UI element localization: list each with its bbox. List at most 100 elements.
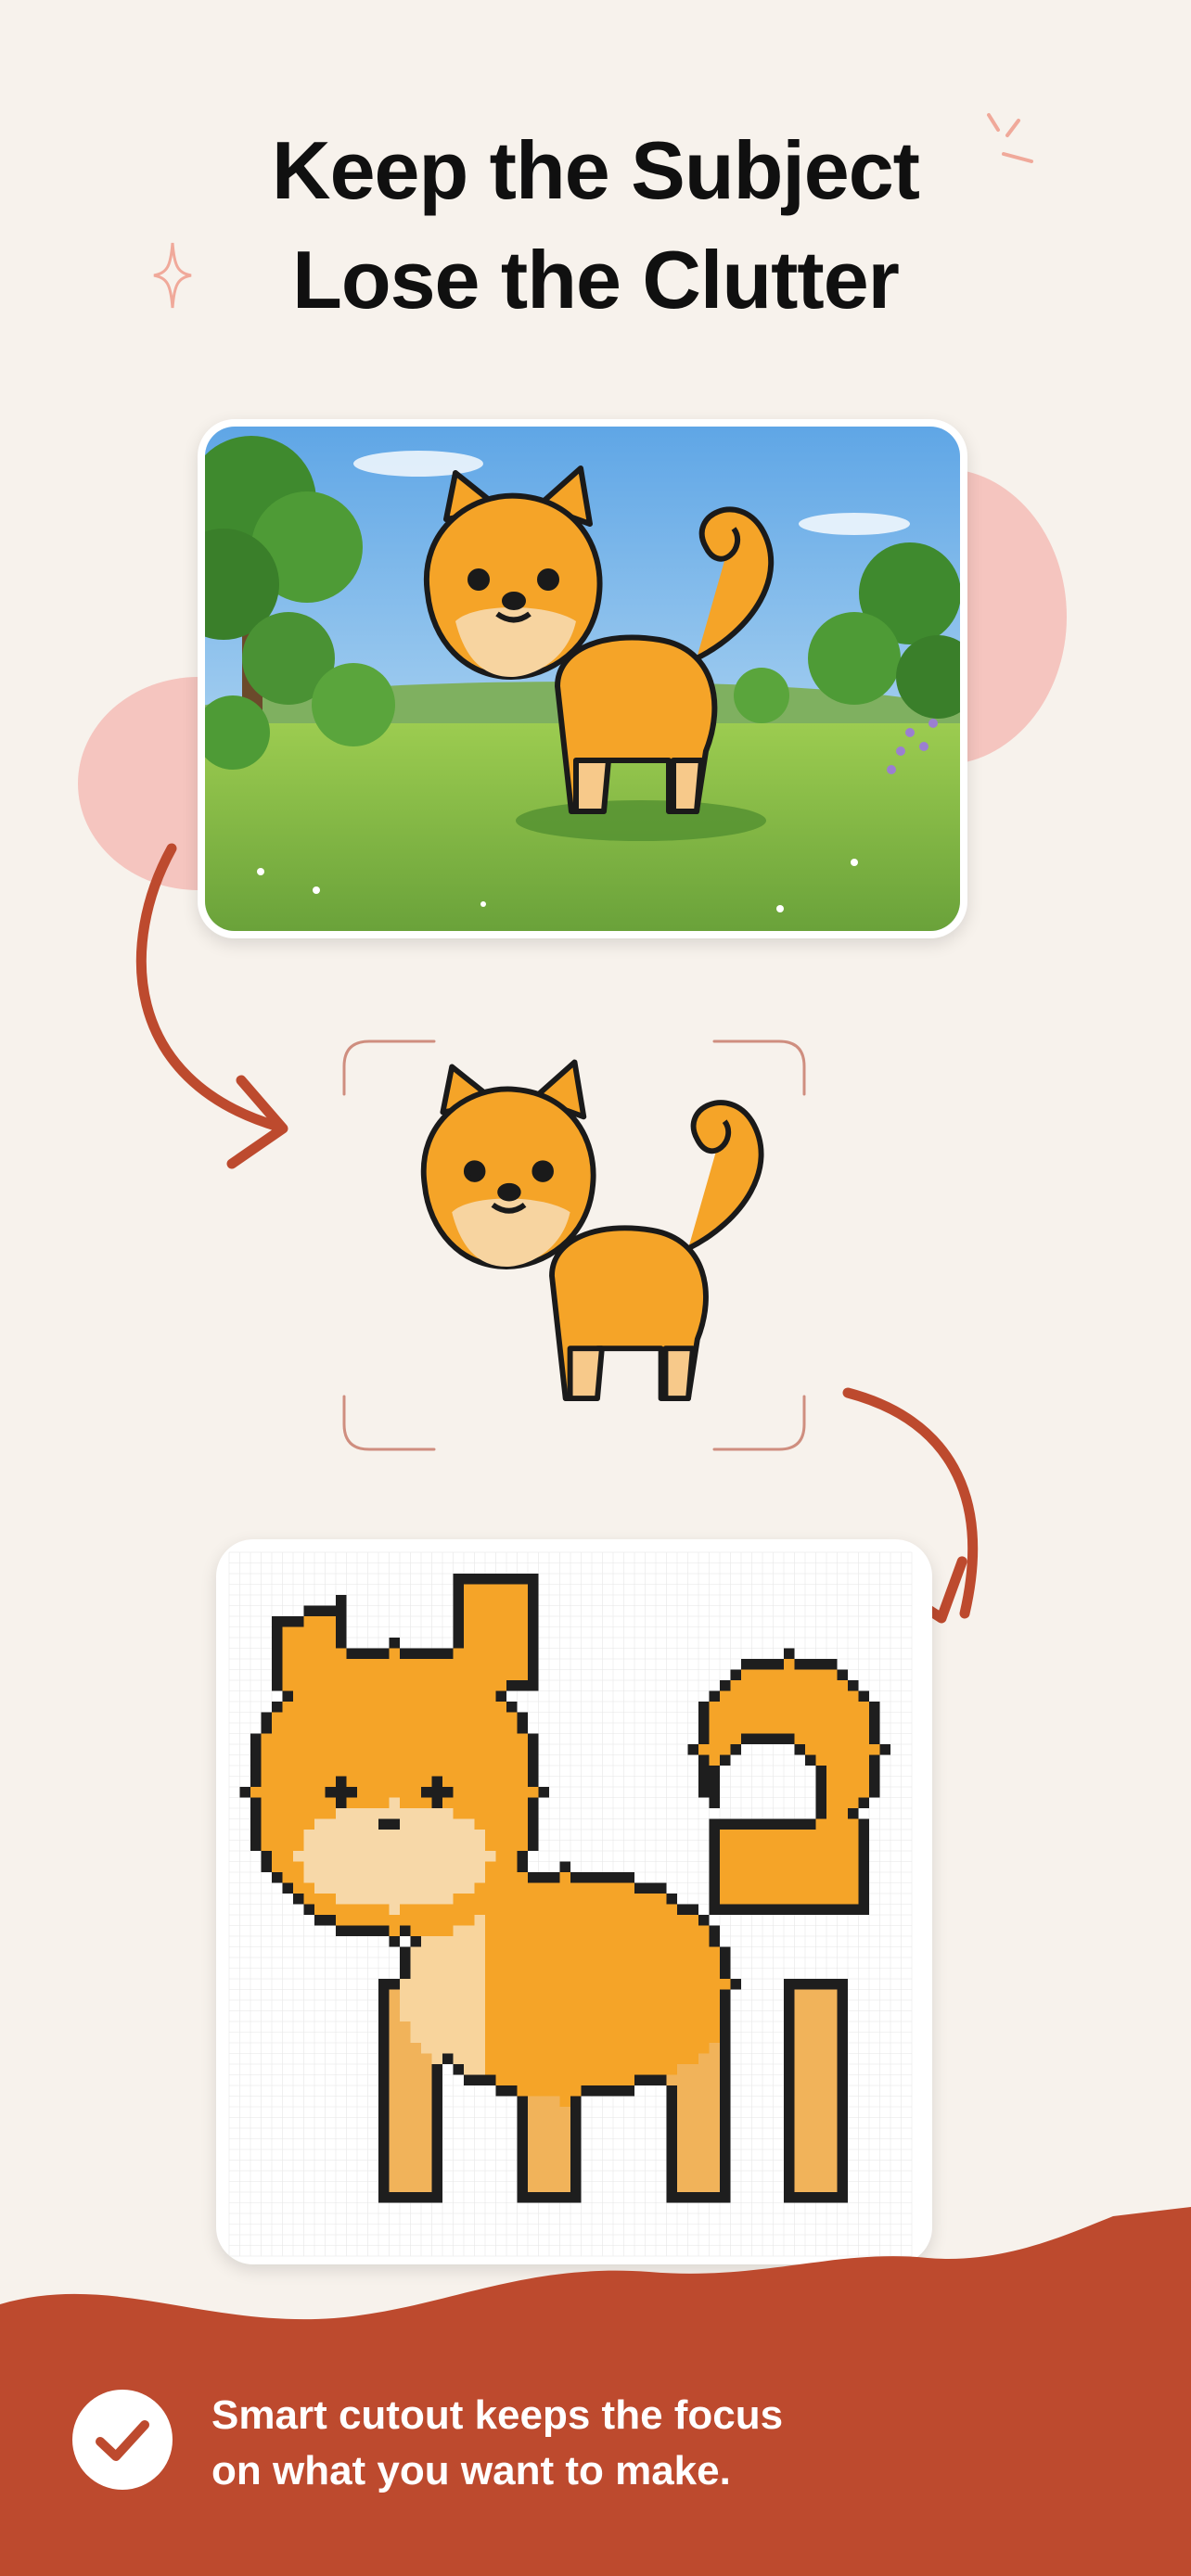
pattern-cell (528, 1616, 539, 1627)
pattern-cell (528, 1958, 539, 1969)
pattern-cell (485, 1894, 496, 1905)
pattern-cell (613, 2010, 624, 2021)
pattern-cell (474, 1776, 485, 1787)
pattern-cell (485, 1787, 496, 1798)
pattern-cell (634, 1882, 646, 1894)
pattern-cell (538, 2000, 549, 2011)
pattern-cell (517, 2021, 528, 2033)
pattern-cell (282, 1797, 293, 1808)
pattern-cell (272, 1808, 283, 1819)
pattern-cell (858, 1894, 869, 1905)
pattern-cell (389, 2171, 400, 2182)
pattern-cell (805, 1733, 816, 1744)
pattern-cell (837, 1797, 848, 1808)
pattern-cell (784, 2096, 795, 2107)
pattern-cell (794, 2010, 805, 2021)
pattern-cell (389, 1776, 400, 1787)
pattern-cell (528, 1968, 539, 1979)
pattern-cell (346, 1904, 357, 1915)
pattern-cell (389, 1861, 400, 1872)
pattern-cell (784, 2053, 795, 2064)
pattern-cell (453, 1595, 464, 1606)
pattern-cell (303, 1872, 314, 1883)
pattern-cell (698, 2128, 710, 2139)
pattern-cell (784, 1861, 795, 1872)
pattern-cell (826, 1861, 838, 1872)
pattern-cell (720, 2171, 731, 2182)
pattern-cell (559, 1979, 570, 1990)
pattern-cell (421, 2021, 432, 2033)
pattern-cell (656, 2010, 667, 2021)
pattern-cell (442, 1754, 454, 1766)
pattern-cell (474, 1638, 485, 1649)
pattern-cell (805, 2032, 816, 2043)
pattern-cell (272, 1616, 283, 1627)
pattern-cell (453, 1605, 464, 1616)
pattern-cell (474, 1574, 485, 1585)
pattern-cell (687, 1925, 698, 1936)
pattern-cell (421, 1669, 432, 1680)
pattern-cell (784, 1979, 795, 1990)
pattern-cell (570, 1958, 582, 1969)
pattern-cell (858, 1690, 869, 1702)
pattern-cell (485, 1638, 496, 1649)
pattern-cell (367, 1872, 378, 1883)
pattern-cell (837, 2138, 848, 2149)
pattern-cell (474, 1946, 485, 1958)
pattern-cell (261, 1830, 272, 1841)
pattern-cell (410, 2149, 421, 2161)
pattern-cell (378, 2160, 390, 2171)
pattern-cell (421, 1840, 432, 1851)
pattern-cell (826, 1851, 838, 1862)
pattern-cell (410, 1894, 421, 1905)
pattern-cell (400, 2032, 411, 2043)
pattern-cell (549, 2032, 560, 2043)
pattern-cell (837, 1702, 848, 1713)
pattern-cell (410, 1669, 421, 1680)
pattern-cell (389, 1936, 400, 1947)
pattern-cell (464, 1733, 475, 1744)
pattern-cell (592, 2043, 603, 2054)
pattern-cell (506, 1574, 518, 1585)
pattern-cell (336, 1894, 347, 1905)
pattern-cell (751, 1851, 762, 1862)
pattern-cell (303, 1690, 314, 1702)
pattern-cell (431, 1882, 442, 1894)
pattern-cell (645, 2043, 656, 2054)
pattern-cell (698, 2138, 710, 2149)
pattern-cell (656, 1904, 667, 1915)
pattern-cell (687, 1915, 698, 1926)
pattern-cell (677, 2064, 688, 2075)
pattern-cell (645, 2000, 656, 2011)
pattern-cell (325, 1690, 336, 1702)
pattern-cell (495, 2010, 506, 2021)
pattern-cell (687, 1904, 698, 1915)
pattern-cell (570, 1968, 582, 1979)
pattern-cell (815, 2171, 826, 2182)
pattern-cell (656, 2053, 667, 2064)
pattern-cell (389, 1702, 400, 1713)
pattern-cell (538, 2096, 549, 2107)
pattern-cell (485, 1861, 496, 1872)
pattern-cell (879, 1744, 890, 1755)
pattern-cell (869, 1723, 880, 1734)
pattern-cell (421, 2171, 432, 2182)
pattern-cell (815, 2096, 826, 2107)
pattern-cell (314, 1690, 326, 1702)
pattern-cell (559, 1861, 570, 1872)
pattern-cell (506, 1733, 518, 1744)
pattern-cell (570, 1979, 582, 1990)
pattern-cell (325, 1626, 336, 1638)
pattern-cell (495, 1882, 506, 1894)
pattern-cell (741, 1861, 752, 1872)
pattern-cell (389, 2010, 400, 2021)
pattern-cell (303, 1712, 314, 1723)
pattern-cell (378, 2138, 390, 2149)
pattern-cell (613, 2085, 624, 2097)
pattern-cell (538, 1925, 549, 1936)
pattern-cell (357, 1766, 368, 1777)
pattern-cell (464, 1584, 475, 1595)
pattern-cell (410, 2074, 421, 2085)
pattern-cell (784, 2192, 795, 2203)
pattern-cell (687, 2032, 698, 2043)
